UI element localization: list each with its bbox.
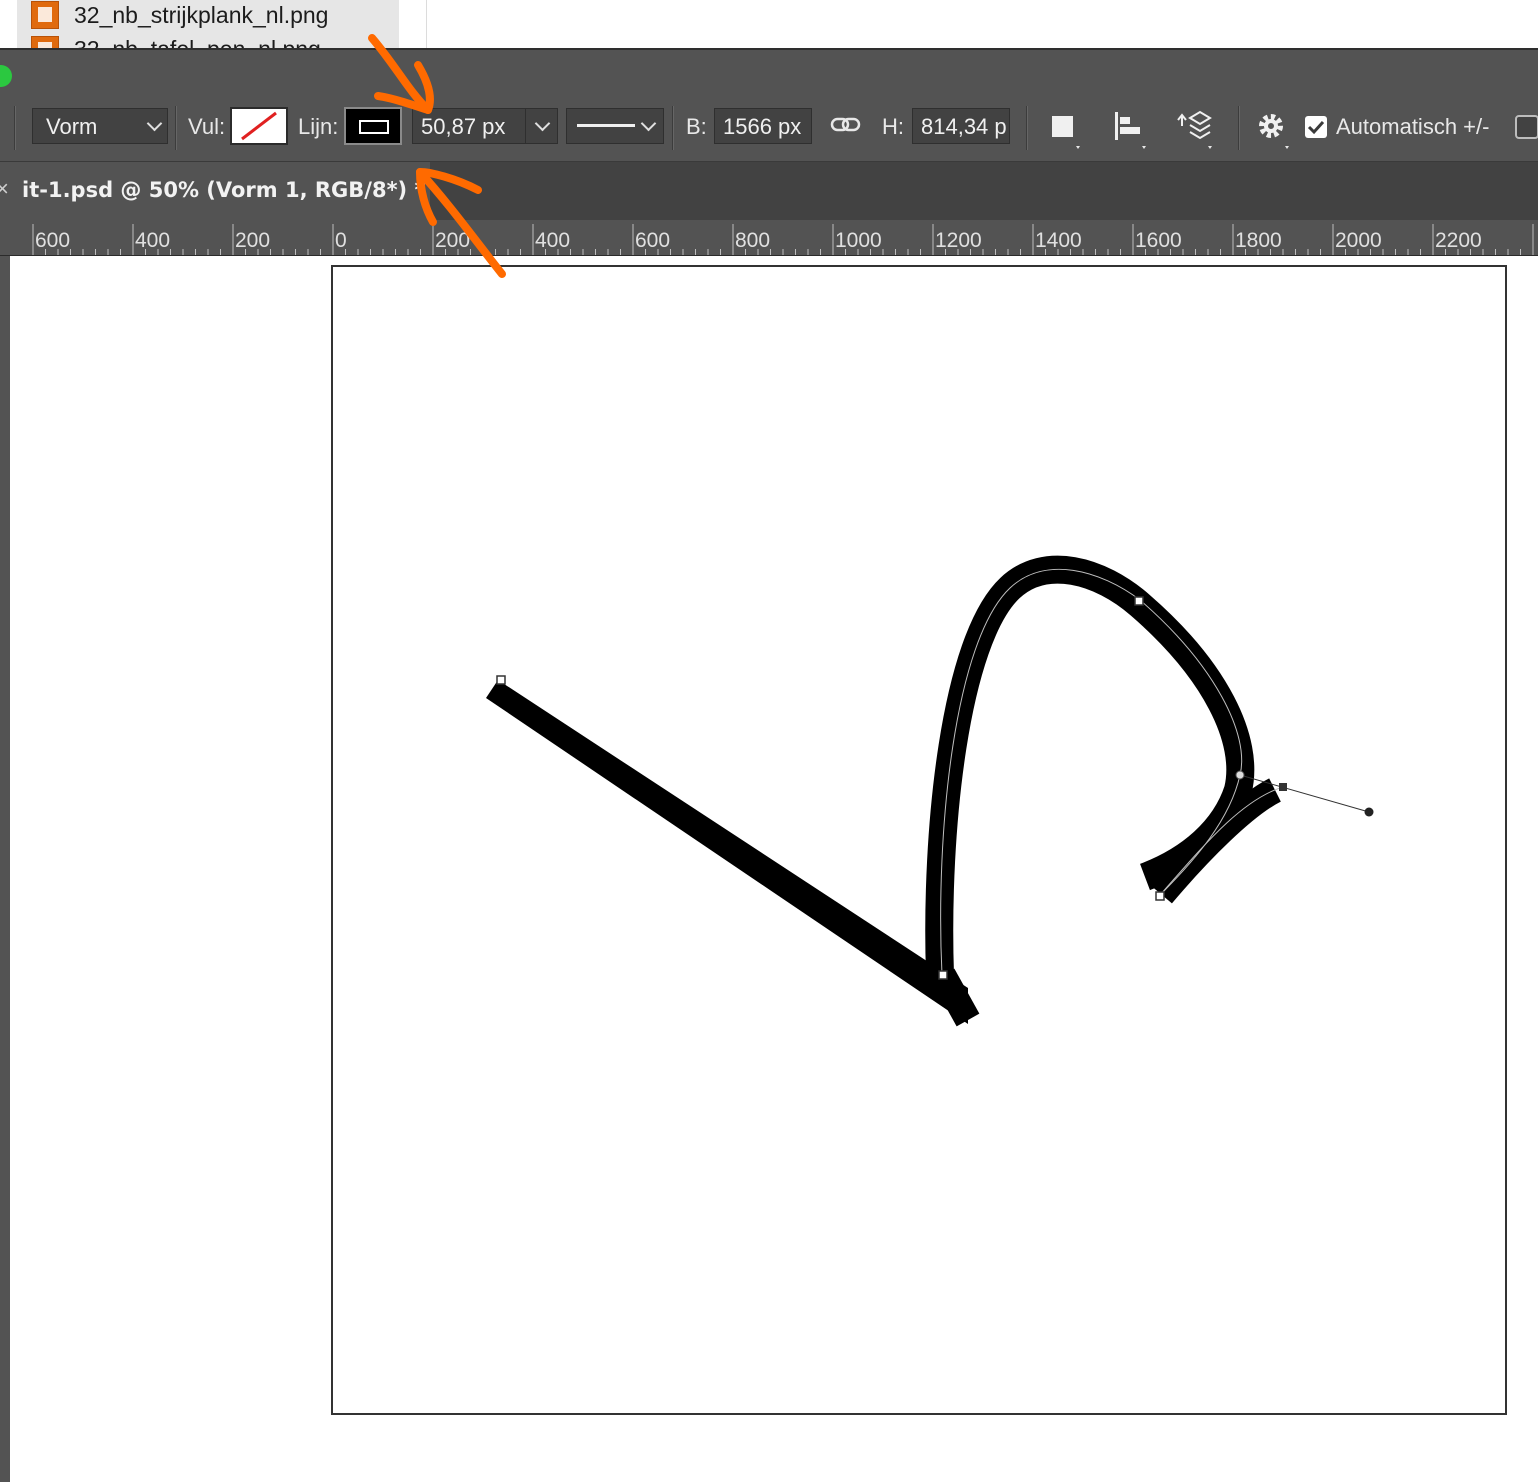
ruler-label: 400: [535, 229, 571, 252]
divider: [175, 106, 177, 150]
divider: [672, 106, 674, 150]
chevron-down-icon: [146, 115, 163, 132]
file-name: 32_nb_strijkplank_nl.png: [74, 2, 329, 28]
document-title: it-1.psd @ 50% (Vorm 1, RGB/8*) *: [22, 178, 426, 202]
ruler-label: 0: [335, 229, 347, 252]
width-value: 1566 px: [723, 114, 802, 139]
divider: [525, 109, 526, 143]
ruler-label: 1400: [1035, 229, 1082, 252]
fill-label: Vul:: [188, 114, 226, 139]
divider: [14, 106, 16, 150]
document-tab-bar: × it-1.psd @ 50% (Vorm 1, RGB/8*) *: [0, 162, 1538, 220]
ruler-label: 600: [35, 229, 71, 252]
stroke-line-preview: [577, 124, 635, 127]
png-file-icon: [31, 36, 59, 48]
chevron-down-icon: [534, 115, 551, 132]
ruler-label: 1800: [1235, 229, 1282, 252]
stroke-width-field[interactable]: 50,87 px: [412, 108, 558, 144]
png-file-icon: [31, 1, 59, 29]
document-canvas[interactable]: [331, 265, 1507, 1415]
divider: [1238, 106, 1240, 150]
ruler-label: 1600: [1135, 229, 1182, 252]
ruler-label: 2000: [1335, 229, 1382, 252]
chevron-down-icon: [640, 115, 657, 132]
horizontal-ruler[interactable]: 600 400 200 0 200 400 600 800 1000 1200 …: [0, 220, 1538, 256]
finder-row-1[interactable]: 32_nb_strijkplank_nl.png: [17, 0, 399, 32]
stroke-type-select[interactable]: [566, 108, 664, 144]
zoom-window-button[interactable]: [0, 65, 12, 87]
finder-divider: [426, 0, 427, 48]
width-label: B:: [686, 114, 707, 139]
ruler-label: 1200: [935, 229, 982, 252]
finder-row-2[interactable]: 32_nb_tafel_pen_nl.png: [17, 34, 399, 48]
stroke-width-value: 50,87 px: [421, 114, 506, 139]
close-icon[interactable]: ×: [0, 176, 9, 202]
file-name: 32_nb_tafel_pen_nl.png: [74, 36, 321, 48]
fill-swatch[interactable]: [230, 107, 288, 145]
tool-mode-value: Vorm: [46, 114, 98, 139]
ruler-label: 600: [635, 229, 671, 252]
ruler-label: 1000: [835, 229, 882, 252]
divider: [1026, 106, 1028, 150]
ruler-label: 200: [435, 229, 471, 252]
ruler-label: 400: [135, 229, 171, 252]
height-label: H:: [882, 114, 904, 139]
ruler-label: 2200: [1435, 229, 1482, 252]
tool-mode-select[interactable]: Vorm: [32, 108, 168, 144]
ruler-label: 200: [235, 229, 271, 252]
document-tab[interactable]: × it-1.psd @ 50% (Vorm 1, RGB/8*) *: [0, 162, 430, 220]
finder-file-list: 32_nb_strijkplank_nl.png 32_nb_tafel_pen…: [0, 0, 1538, 48]
window-titlebar: [0, 48, 1538, 96]
height-field[interactable]: 814,34 p: [912, 108, 1010, 144]
auto-add-delete-label: Automatisch +/-: [1336, 114, 1490, 139]
height-value: 814,34 p: [921, 114, 1007, 139]
stroke-label: Lijn:: [298, 114, 339, 139]
width-field[interactable]: 1566 px: [714, 108, 812, 144]
stroke-swatch[interactable]: [344, 107, 402, 145]
ruler-label: 800: [735, 229, 771, 252]
